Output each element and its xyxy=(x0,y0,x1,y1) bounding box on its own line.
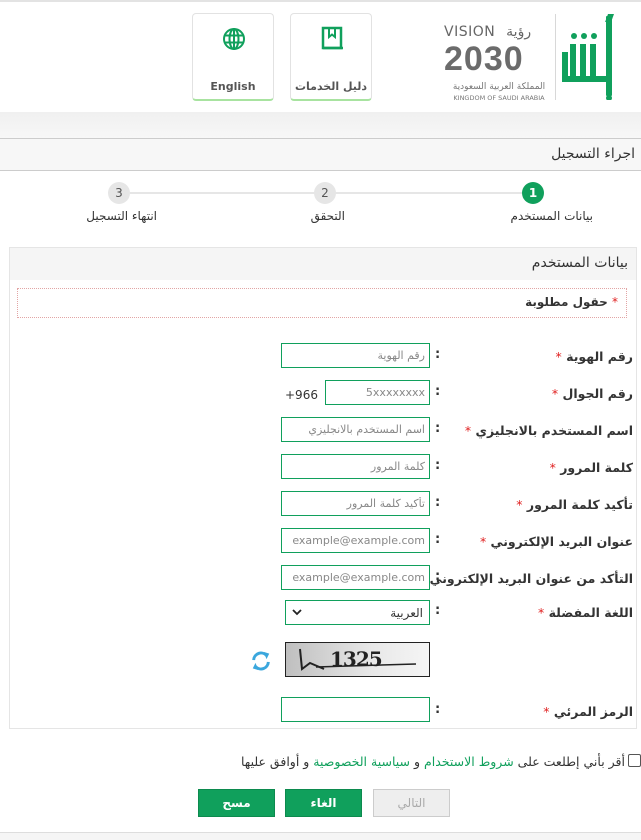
required-mark: * xyxy=(612,295,618,309)
colon: : xyxy=(435,702,441,717)
terms-conjunction: و xyxy=(414,754,421,769)
page-title: اجراء التسجيل xyxy=(551,146,635,162)
colon: : xyxy=(435,384,441,399)
step-1-indicator: 1 xyxy=(522,182,544,204)
required-note-text: حقول مطلوبة xyxy=(525,295,608,309)
page-title-bar: اجراء التسجيل xyxy=(0,138,641,171)
password-label: كلمة المرور * xyxy=(549,460,633,475)
globe-icon xyxy=(223,28,245,50)
colon: : xyxy=(435,458,441,473)
id-number-input[interactable] xyxy=(281,343,430,368)
kingdom-name-en: KINGDOM OF SAUDI ARABIA xyxy=(453,94,545,102)
panel-header: بيانات المستخدم xyxy=(10,248,636,280)
captcha-label: الرمز المرئي * xyxy=(543,704,633,719)
country-code-prefix: +966 xyxy=(285,388,318,402)
captcha-image: 1325 xyxy=(285,642,430,677)
cancel-button[interactable]: الغاء xyxy=(285,789,362,817)
terms-prefix: أقر بأني إطلعت على xyxy=(517,754,625,769)
vision-label-en: VISION xyxy=(444,24,496,40)
vision-label-ar: رؤية xyxy=(506,24,532,40)
id-number-label: رقم الهوية * xyxy=(555,349,634,364)
mobile-input[interactable] xyxy=(325,380,430,405)
terms-checkbox[interactable] xyxy=(628,754,641,767)
colon: : xyxy=(435,421,441,436)
password-confirm-label: تأكيد كلمة المرور * xyxy=(516,497,633,512)
vision-2030-logo: VISION رؤية 2030 المملكة العربية السعودي… xyxy=(444,24,554,104)
mobile-label: رقم الجوال * xyxy=(551,386,633,401)
vision-year: 2030 xyxy=(444,40,524,78)
next-button[interactable]: التالي xyxy=(373,789,450,817)
header-band xyxy=(0,112,641,138)
services-guide-label: دليل الخدمات xyxy=(294,80,368,93)
username-en-input[interactable] xyxy=(281,417,430,442)
password-input[interactable] xyxy=(281,454,430,479)
clear-button[interactable]: مسح xyxy=(198,789,275,817)
colon: : xyxy=(435,347,441,362)
terms-suffix: و أوافق عليها xyxy=(241,754,310,769)
panel-title: بيانات المستخدم xyxy=(531,255,628,271)
language-select[interactable]: العربية xyxy=(285,600,430,625)
header-divider xyxy=(555,14,556,100)
step-3-label: انتهاء التسجيل xyxy=(86,209,157,223)
language-label: اللغة المفضلة * xyxy=(537,605,633,620)
colon: : xyxy=(435,532,441,547)
email-input[interactable] xyxy=(281,528,430,553)
captcha-text: 1325 xyxy=(330,647,383,671)
kingdom-name-ar: المملكة العربية السعودية xyxy=(452,82,546,92)
english-language-button[interactable]: English xyxy=(192,13,274,101)
chevron-down-icon xyxy=(292,609,302,616)
captcha-input[interactable] xyxy=(281,697,430,722)
step-3-indicator: 3 xyxy=(108,182,130,204)
language-selected-value: العربية xyxy=(390,606,423,620)
privacy-policy-link[interactable]: سياسية الخصوصية xyxy=(313,754,410,769)
absher-logo[interactable] xyxy=(562,14,628,100)
step-1-label: بيانات المستخدم xyxy=(510,209,593,223)
services-guide-button[interactable]: دليل الخدمات xyxy=(290,13,372,101)
colon: : xyxy=(435,569,441,584)
username-en-label: اسم المستخدم بالانجليزي * xyxy=(464,423,633,438)
refresh-captcha-icon[interactable] xyxy=(250,650,272,672)
password-confirm-input[interactable] xyxy=(281,491,430,516)
colon: : xyxy=(435,603,441,618)
step-2-label: التحقق xyxy=(310,209,345,223)
book-bookmark-icon xyxy=(321,26,343,50)
email-label: عنوان البريد الإلكتروني * xyxy=(479,534,633,549)
email-confirm-label: التأكد من عنوان البريد الإلكتروني * xyxy=(419,571,633,586)
colon: : xyxy=(435,495,441,510)
required-fields-note: * حقول مطلوبة xyxy=(17,288,627,318)
email-confirm-input[interactable] xyxy=(281,565,430,590)
terms-of-use-link[interactable]: شروط الاستخدام xyxy=(424,754,514,769)
terms-agreement: أقر بأني إطلعت على شروط الاستخدام و سياس… xyxy=(241,754,641,769)
step-2-indicator: 2 xyxy=(314,182,336,204)
english-label: English xyxy=(210,80,256,93)
